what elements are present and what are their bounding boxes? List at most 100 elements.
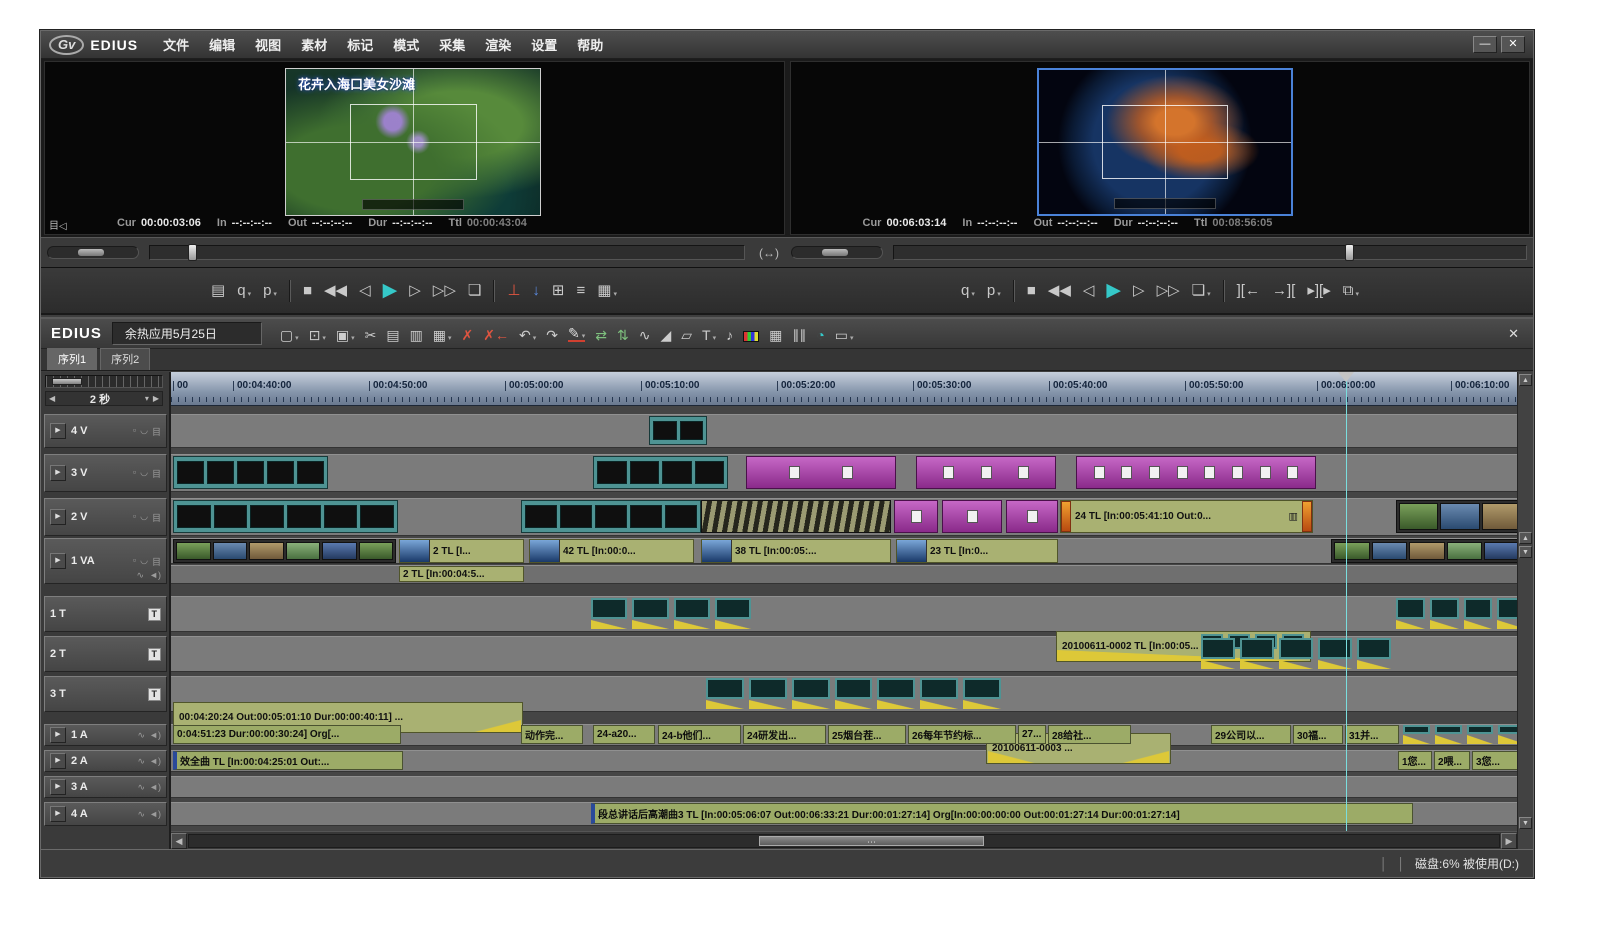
- trim-in-button[interactable]: ][←: [1237, 283, 1260, 298]
- audio-clip[interactable]: 段总讲话后高潮曲3 TL [In:00:05:06:07 Out:00:06:3…: [591, 803, 1413, 824]
- zoom-out-button[interactable]: ◀: [49, 394, 55, 403]
- track-header-4A[interactable]: ▶4 A∿◄): [44, 802, 167, 826]
- player-jog-slider[interactable]: [47, 246, 139, 259]
- waveform-icon[interactable]: ∿: [138, 809, 146, 820]
- loop-button[interactable]: ❏▾: [1192, 283, 1211, 298]
- monitor-layout-button[interactable]: ▦▾: [597, 283, 617, 298]
- graphics-clip[interactable]: [942, 500, 1002, 533]
- cut-button[interactable]: ✂: [365, 328, 377, 342]
- video-clip[interactable]: 38 TL [In:00:05:...: [701, 539, 891, 563]
- audio-mixer-button[interactable]: ∥∥: [792, 328, 806, 342]
- graphics-clip[interactable]: [746, 456, 896, 489]
- track-resize-up-icon[interactable]: ▲: [1519, 532, 1532, 544]
- expand-icon[interactable]: ▶: [50, 509, 66, 525]
- ripple-delete-button[interactable]: ✗←: [483, 328, 509, 342]
- menu-渲染[interactable]: 渲染: [476, 32, 520, 57]
- menu-帮助[interactable]: 帮助: [568, 32, 612, 57]
- playhead-handle[interactable]: [1338, 372, 1354, 390]
- menu-文件[interactable]: 文件: [154, 32, 198, 57]
- clip-label[interactable]: 2 TL [In:00:04:5...: [399, 566, 524, 582]
- loop-button[interactable]: ❏: [468, 283, 481, 298]
- scroll-left-button[interactable]: ◀: [171, 833, 187, 849]
- tab-序列1[interactable]: 序列1: [47, 348, 97, 370]
- expand-icon[interactable]: ▶: [50, 465, 66, 481]
- scroll-right-button[interactable]: ▶: [1501, 833, 1517, 849]
- expand-icon[interactable]: ▶: [50, 806, 66, 822]
- jog-thumb[interactable]: [822, 249, 848, 256]
- track-header-1T[interactable]: 1 TT: [44, 596, 167, 632]
- menu-模式[interactable]: 模式: [384, 32, 428, 57]
- timeline-zoom-slider[interactable]: [45, 375, 163, 388]
- audio-clip[interactable]: 3您...: [1472, 751, 1517, 770]
- rewind-button[interactable]: ◀◀: [324, 283, 347, 298]
- keyframe-clip[interactable]: [591, 598, 751, 629]
- expand-icon[interactable]: ▶: [50, 423, 66, 439]
- save-project-button[interactable]: ▣▾: [336, 328, 355, 342]
- title-clip[interactable]: 24 TL [In:00:05:41:10 Out:0...▥: [1060, 500, 1313, 533]
- rewind-button[interactable]: ◀◀: [1048, 283, 1071, 298]
- title-chip[interactable]: T: [148, 648, 162, 661]
- play-button[interactable]: ▶: [383, 281, 398, 300]
- lane-1T[interactable]: [171, 596, 1517, 632]
- transition-clip[interactable]: [701, 500, 891, 533]
- track-header-3V[interactable]: ▶3 V▫◡目: [44, 454, 167, 492]
- track-header-3A[interactable]: ▶3 A∿◄): [44, 776, 167, 798]
- recorder-jog-slider[interactable]: [791, 246, 883, 259]
- visibility-icon[interactable]: ◡: [140, 425, 148, 438]
- insert-to-timeline-button[interactable]: ⊞: [552, 283, 565, 298]
- video-clip[interactable]: [521, 500, 701, 533]
- paste-insert-button[interactable]: ▥: [410, 328, 423, 342]
- ripple-mode-button[interactable]: ⇄: [595, 328, 607, 342]
- set-in-button[interactable]: q▾: [237, 283, 251, 298]
- track-header-4V[interactable]: ▶4 V▫◡目: [44, 414, 167, 448]
- audio-clip[interactable]: 24-a20...: [593, 725, 655, 744]
- player-monitor[interactable]: 花卉入海口美女沙滩 目◁ Cur00:00:03:06In--:--:--:--…: [44, 61, 785, 235]
- speaker-icon[interactable]: ◄): [149, 756, 161, 767]
- jog-thumb[interactable]: [78, 249, 104, 256]
- frame-back-button[interactable]: ◁: [359, 283, 371, 298]
- title-chip[interactable]: T: [148, 688, 162, 701]
- track-header-2A[interactable]: ▶2 A∿◄): [44, 750, 167, 772]
- visibility-icon[interactable]: ◡: [140, 511, 148, 524]
- waveform-icon[interactable]: ∿: [138, 730, 146, 741]
- set-out-button[interactable]: p▾: [263, 283, 277, 298]
- export-button[interactable]: ⧉▾: [1343, 283, 1359, 298]
- expand-icon[interactable]: ▶: [50, 553, 66, 569]
- add-marker-red-button[interactable]: ⊥: [507, 283, 520, 298]
- lock-icon[interactable]: ▫: [133, 425, 136, 438]
- lock-icon[interactable]: ▫: [133, 467, 136, 480]
- open-project-button[interactable]: ⊡▾: [309, 328, 326, 342]
- visibility-icon[interactable]: ◡: [140, 555, 148, 568]
- speaker-icon[interactable]: ◄): [149, 570, 161, 581]
- stop-button[interactable]: ■: [1027, 283, 1036, 298]
- lock-icon[interactable]: ▫: [133, 555, 136, 568]
- frame-forward-button[interactable]: ▷: [1133, 283, 1145, 298]
- project-name[interactable]: 余热应用5月25日: [112, 322, 262, 345]
- audio-clip[interactable]: 29公司以...: [1211, 725, 1291, 744]
- source-icon[interactable]: 目: [152, 555, 161, 568]
- volume-line-button[interactable]: ∿: [639, 328, 651, 342]
- audio-clip[interactable]: 30福...: [1293, 725, 1343, 744]
- voiceover-mic-button[interactable]: ♪: [726, 328, 733, 342]
- display-mode-button[interactable]: ▭▾: [835, 328, 854, 342]
- audio-clip[interactable]: 28给社...: [1048, 725, 1131, 744]
- track-header-2T[interactable]: 2 TT: [44, 636, 167, 672]
- zoom-dropdown-icon[interactable]: ▾: [145, 394, 149, 403]
- add-cut-point-button[interactable]: ✎▾: [568, 326, 585, 342]
- title-button[interactable]: T▾: [702, 328, 716, 342]
- capture-button[interactable]: ▤: [211, 283, 225, 298]
- audio-clip[interactable]: 27...: [1018, 725, 1046, 744]
- close-button[interactable]: ✕: [1501, 36, 1525, 53]
- video-clip[interactable]: 2 TL [I...: [399, 539, 524, 563]
- menu-素材[interactable]: 素材: [292, 32, 336, 57]
- menu-标记[interactable]: 标记: [338, 32, 382, 57]
- video-thumbnail-clip[interactable]: [173, 539, 396, 563]
- play-button[interactable]: ▶: [1106, 281, 1121, 300]
- audio-clip[interactable]: 动作完...: [521, 725, 583, 744]
- audio-clip[interactable]: 31并...: [1345, 725, 1399, 744]
- video-clip[interactable]: [173, 500, 398, 533]
- speaker-icon[interactable]: ◄): [149, 809, 161, 820]
- zoom-in-button[interactable]: ▶: [153, 394, 159, 403]
- add-marker-blue-button[interactable]: ↓: [532, 283, 540, 298]
- video-clip[interactable]: [173, 456, 328, 489]
